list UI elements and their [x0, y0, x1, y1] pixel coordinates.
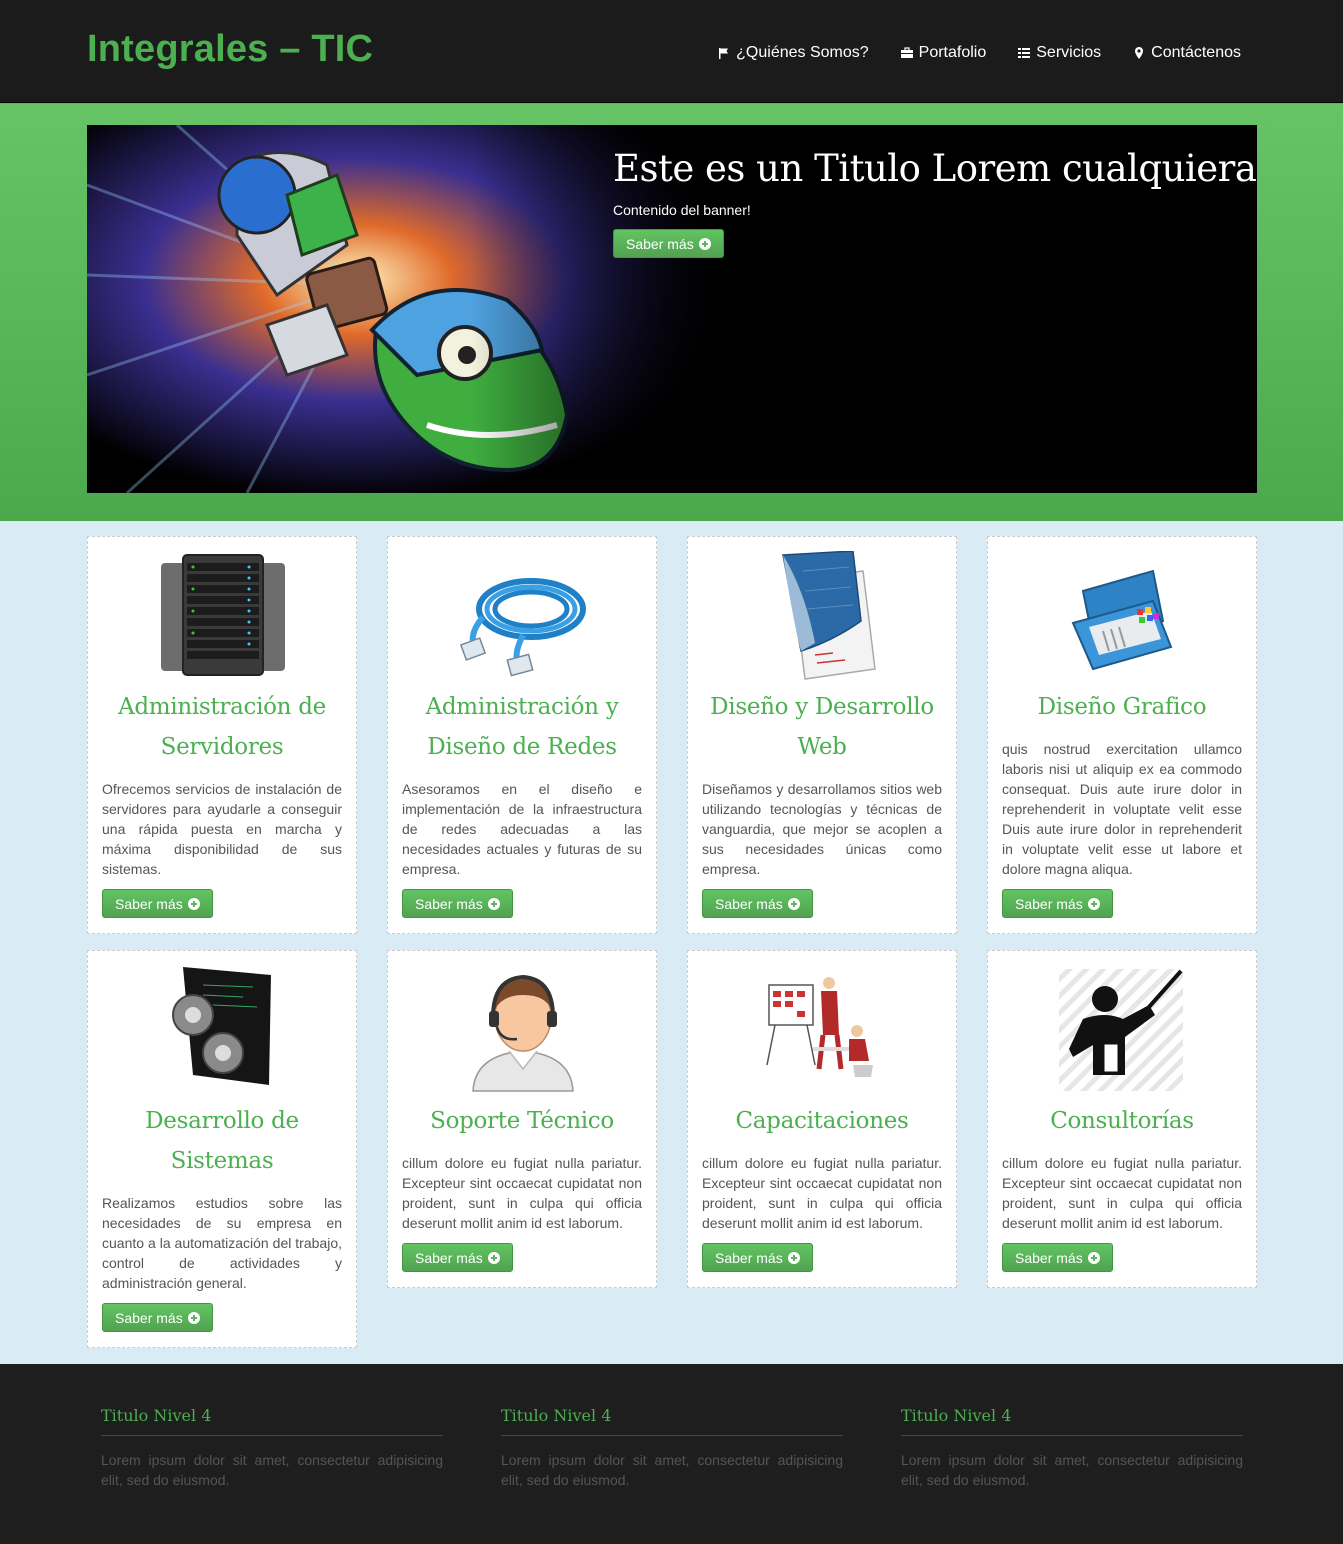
card-text: Diseñamos y desarrollamos sitios web uti…: [702, 781, 942, 877]
web-page-icon: [782, 551, 876, 680]
card-text: Asesoramos en el diseño e implementación…: [402, 781, 642, 877]
service-card-redes: Administración y Diseño de Redes Asesora…: [387, 536, 657, 934]
button-label: Saber más: [115, 1309, 183, 1326]
card-text: cillum dolore eu fugiat nulla pariatur. …: [402, 1155, 642, 1231]
site-footer: Titulo Nivel 4 Lorem ipsum dolor sit ame…: [0, 1364, 1343, 1544]
plus-circle-icon: [698, 237, 711, 250]
card-title: Diseño y Desarrollo Web: [710, 694, 934, 760]
brand-logo-link[interactable]: Integrales – TIC: [87, 28, 373, 71]
button-label: Saber más: [626, 235, 694, 252]
service-card-sistemas: Desarrollo de Sistemas Realizamos estudi…: [87, 950, 357, 1348]
footer-text: Lorem ipsum dolor sit amet, consectetur …: [101, 1452, 443, 1488]
server-rack-icon: [161, 554, 285, 676]
card-title: Desarrollo de Sistemas: [145, 1108, 299, 1174]
button-label: Saber más: [1015, 1249, 1083, 1266]
service-card-consultorias: Consultorías cillum dolore eu fugiat nul…: [987, 950, 1257, 1288]
banner-carousel: Este es un Titulo Lorem cualquiera Conte…: [87, 125, 1257, 493]
plus-circle-icon: [1087, 897, 1100, 910]
nav-label: ¿Quiénes Somos?: [736, 44, 869, 61]
card-text: Realizamos estudios sobre las necesidade…: [102, 1195, 342, 1291]
toolbox-icon: [1071, 569, 1173, 671]
card-title: Diseño Grafico: [1037, 694, 1207, 720]
card-text: cillum dolore eu fugiat nulla pariatur. …: [702, 1155, 942, 1231]
banner-saber-mas-button[interactable]: Saber más: [613, 229, 724, 258]
saber-mas-button[interactable]: Saber más: [1002, 889, 1113, 918]
card-text: quis nostrud exercitation ullamco labori…: [1002, 741, 1242, 877]
nav-item-contactenos[interactable]: Contáctenos: [1132, 44, 1241, 62]
plus-circle-icon: [487, 897, 500, 910]
service-card-capacitaciones: Capacitaciones cillum dolore eu fugiat n…: [687, 950, 957, 1288]
card-title: Administración de Servidores: [118, 694, 326, 760]
presentation-icon: [766, 977, 873, 1077]
flag-icon: [717, 46, 731, 60]
teacher-pointer-icon: [1059, 969, 1183, 1091]
footer-heading: Titulo Nivel 4: [101, 1406, 443, 1436]
footer-text: Lorem ipsum dolor sit amet, consectetur …: [901, 1452, 1243, 1488]
button-label: Saber más: [415, 1249, 483, 1266]
footer-column: Titulo Nivel 4 Lorem ipsum dolor sit ame…: [501, 1406, 843, 1490]
footer-column: Titulo Nivel 4 Lorem ipsum dolor sit ame…: [101, 1406, 443, 1490]
gears-icon: [172, 967, 271, 1085]
nav-label: Contáctenos: [1151, 44, 1241, 61]
card-title: Capacitaciones: [735, 1108, 909, 1134]
main-nav: ¿Quiénes Somos? Portafolio Servicios Con…: [686, 44, 1241, 62]
card-title: Administración y Diseño de Redes: [425, 694, 619, 760]
plus-circle-icon: [187, 1311, 200, 1324]
service-card-servidores: Administración de Servidores Ofrecemos s…: [87, 536, 357, 934]
map-marker-icon: [1132, 46, 1146, 60]
saber-mas-button[interactable]: Saber más: [102, 1303, 213, 1332]
plus-circle-icon: [487, 1251, 500, 1264]
network-cable-icon: [459, 578, 586, 677]
top-navbar: Integrales – TIC ¿Quiénes Somos? Portafo…: [0, 0, 1343, 103]
headset-support-icon: [472, 974, 574, 1092]
nav-item-portafolio[interactable]: Portafolio: [900, 44, 987, 62]
plus-circle-icon: [187, 897, 200, 910]
saber-mas-button[interactable]: Saber más: [402, 1243, 513, 1272]
button-label: Saber más: [115, 895, 183, 912]
saber-mas-button[interactable]: Saber más: [102, 889, 213, 918]
footer-heading: Titulo Nivel 4: [501, 1406, 843, 1436]
service-card-soporte: Soporte Técnico cillum dolore eu fugiat …: [387, 950, 657, 1288]
plus-circle-icon: [1087, 1251, 1100, 1264]
footer-text: Lorem ipsum dolor sit amet, consectetur …: [501, 1452, 843, 1488]
button-label: Saber más: [715, 1249, 783, 1266]
saber-mas-button[interactable]: Saber más: [702, 889, 813, 918]
nav-item-quienes-somos[interactable]: ¿Quiénes Somos?: [717, 44, 869, 62]
nav-label: Portafolio: [918, 44, 987, 61]
saber-mas-button[interactable]: Saber más: [402, 889, 513, 918]
button-label: Saber más: [415, 895, 483, 912]
list-icon: [1017, 46, 1031, 60]
service-card-web: Diseño y Desarrollo Web Diseñamos y desa…: [687, 536, 957, 934]
banner-title: Este es un Titulo Lorem cualquiera: [613, 147, 1257, 190]
service-card-diseno-grafico: Diseño Grafico quis nostrud exercitation…: [987, 536, 1257, 934]
footer-column: Titulo Nivel 4 Lorem ipsum dolor sit ame…: [901, 1406, 1243, 1490]
briefcase-icon: [900, 46, 914, 60]
plus-circle-icon: [787, 1251, 800, 1264]
card-title: Soporte Técnico: [430, 1108, 614, 1134]
plus-circle-icon: [787, 897, 800, 910]
footer-heading: Titulo Nivel 4: [901, 1406, 1243, 1436]
services-section: Administración de Servidores Ofrecemos s…: [0, 521, 1343, 1364]
hero-section: Este es un Titulo Lorem cualquiera Conte…: [0, 103, 1343, 521]
saber-mas-button[interactable]: Saber más: [1002, 1243, 1113, 1272]
banner-text: Contenido del banner!: [613, 202, 751, 218]
card-text: Ofrecemos servicios de instalación de se…: [102, 781, 342, 877]
card-title: Consultorías: [1050, 1108, 1194, 1134]
saber-mas-button[interactable]: Saber más: [702, 1243, 813, 1272]
button-label: Saber más: [1015, 895, 1083, 912]
nav-label: Servicios: [1036, 44, 1102, 61]
card-text: cillum dolore eu fugiat nulla pariatur. …: [1002, 1155, 1242, 1231]
button-label: Saber más: [715, 895, 783, 912]
nav-item-servicios[interactable]: Servicios: [1017, 44, 1101, 62]
